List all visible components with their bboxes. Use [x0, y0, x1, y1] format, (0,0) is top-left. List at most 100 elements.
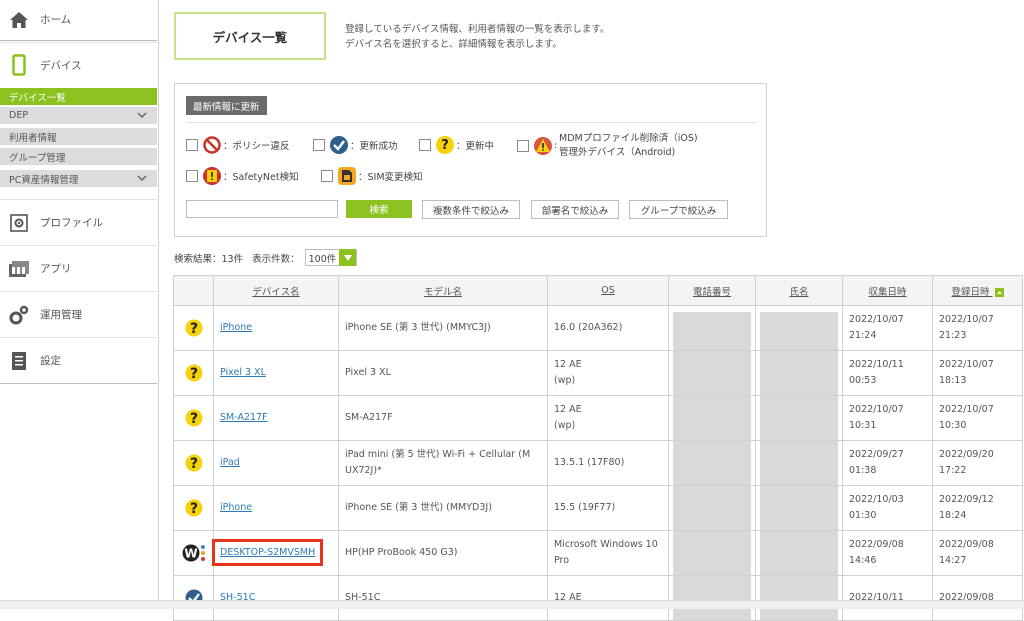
status-cell: ?: [173, 305, 214, 351]
checkbox[interactable]: [186, 139, 198, 151]
column-header-status: [173, 275, 214, 306]
sidebar-item-label: グループ管理: [9, 152, 66, 164]
registered-date-cell: 2022/09/08: [932, 575, 1023, 621]
filter-label-multiline: MDMプロファイル削除済（iOS) 管理外デバイス（Android): [559, 132, 698, 160]
redacted-block: [673, 531, 751, 575]
question-icon: ?: [185, 454, 203, 472]
checkbox[interactable]: [517, 140, 529, 152]
column-header-collected[interactable]: 収集日時: [842, 275, 933, 306]
nav-settings[interactable]: 設定: [0, 337, 157, 384]
os-cell: 16.0 (20A362): [547, 305, 669, 351]
status-cell: W: [173, 530, 214, 576]
collected-date-cell: 2022/10/11 00:53: [842, 350, 933, 396]
os-cell: 15.5 (19F77): [547, 485, 669, 531]
filter-safetynet[interactable]: ：SafetyNet検知: [186, 167, 299, 185]
table-row: ? iPhone iPhone SE (第 3 世代) (MMYD3J) 15.5 (…: [173, 485, 1023, 531]
redacted-block: [760, 396, 838, 440]
colon: :: [554, 141, 558, 151]
sidebar-item-group-mgmt[interactable]: グループ管理: [0, 148, 157, 165]
sidebar-item-device-list[interactable]: デバイス一覧: [0, 88, 157, 105]
per-page-select[interactable]: 100件: [304, 249, 358, 266]
filter-label: ：更新中: [456, 141, 495, 152]
filter-update-success[interactable]: ：更新成功: [313, 136, 398, 154]
collected-date-cell: 2022/09/27 01:38: [842, 440, 933, 486]
column-header-name[interactable]: 氏名: [755, 275, 843, 306]
sidebar-item-pc-assets[interactable]: PC資産情報管理: [0, 170, 157, 187]
department-filter-button[interactable]: 部署名で絞込み: [531, 200, 619, 219]
os-cell: 12 AE (wp): [547, 350, 669, 396]
nav-device-label: デバイス: [40, 59, 82, 72]
phone-cell: [668, 440, 756, 486]
sim-card-icon: [338, 167, 356, 185]
collected-date-cell: 2022/10/07 21:24: [842, 305, 933, 351]
svg-text:?: ?: [189, 411, 197, 427]
redacted-block: [673, 441, 751, 485]
redacted-block: [760, 486, 838, 530]
phone-cell: [668, 395, 756, 441]
device-name-link[interactable]: iPhone: [220, 322, 252, 333]
device-name-link[interactable]: iPad: [220, 457, 240, 468]
search-input[interactable]: [186, 200, 338, 218]
status-cell: ?: [173, 350, 214, 396]
nav-profile[interactable]: プロファイル: [0, 199, 157, 246]
nav-operations[interactable]: 運用管理: [0, 291, 157, 338]
profile-gear-icon: [8, 212, 30, 234]
redacted-block: [673, 351, 751, 395]
phone-cell: [668, 575, 756, 621]
column-header-os[interactable]: OS: [547, 275, 669, 306]
model-cell: SM-A217F: [338, 395, 548, 441]
checkbox[interactable]: [186, 170, 198, 182]
status-cell: [173, 575, 214, 621]
checkbox[interactable]: [419, 139, 431, 151]
column-header-device-name[interactable]: デバイス名: [213, 275, 339, 306]
nav-device[interactable]: デバイス: [0, 42, 157, 87]
filter-policy-violation[interactable]: ：ポリシー違反: [186, 136, 290, 154]
filter-sim-change[interactable]: ：SIM変更検知: [321, 167, 423, 185]
table-row: SH-51C SH-51C 12 AE 2022/10/11 2022/09/08: [173, 575, 1023, 621]
user-name-cell: [755, 395, 843, 441]
checkbox[interactable]: [313, 139, 325, 151]
registered-date-cell: 2022/09/20 17:22: [932, 440, 1023, 486]
refresh-button[interactable]: 最新情報に更新: [186, 96, 267, 115]
svg-text:?: ?: [189, 501, 197, 517]
device-name-link[interactable]: iPhone: [220, 502, 252, 513]
divider: [186, 122, 756, 123]
sidebar-item-user-info[interactable]: 利用者情報: [0, 128, 157, 145]
os-cell: 12 AE (wp): [547, 395, 669, 441]
os-cell: Microsoft Windows 10 Pro: [547, 530, 669, 576]
checkbox[interactable]: [321, 170, 333, 182]
device-name-link[interactable]: SM-A217F: [220, 412, 268, 423]
device-table: デバイス名 モデル名 OS 電話番号 氏名 収集日時 登録日時 ? iPhone i…: [173, 275, 1023, 621]
device-name-cell: Pixel 3 XL: [213, 350, 339, 396]
group-filter-button[interactable]: グループで絞込み: [629, 200, 728, 219]
device-name-link[interactable]: DESKTOP-S2MVSMH: [211, 539, 324, 566]
device-name-link[interactable]: Pixel 3 XL: [220, 367, 266, 378]
filter-updating[interactable]: ? ：更新中: [419, 136, 494, 154]
search-button[interactable]: 検索: [346, 200, 412, 218]
collected-date-cell: 2022/10/07 10:31: [842, 395, 933, 441]
status-cell: ?: [173, 395, 214, 441]
column-header-model[interactable]: モデル名: [338, 275, 548, 306]
column-header-label: 登録日時: [951, 286, 990, 298]
status-cell: ?: [173, 485, 214, 531]
redacted-block: [673, 576, 751, 620]
column-header-registered[interactable]: 登録日時: [932, 275, 1023, 306]
nav-app[interactable]: アプリ: [0, 245, 157, 292]
user-name-cell: [755, 350, 843, 396]
nav-profile-label: プロファイル: [40, 217, 103, 229]
warning-icon: [534, 137, 552, 155]
redacted-block: [760, 531, 838, 575]
safetynet-icon: [203, 167, 221, 185]
redacted-block: [673, 312, 751, 350]
os-cell: 12 AE: [547, 575, 669, 621]
model-cell: iPhone SE (第 3 世代) (MMYD3J): [338, 485, 548, 531]
multi-condition-filter-button[interactable]: 複数条件で絞込み: [422, 200, 520, 219]
question-icon: ?: [185, 409, 203, 427]
filter-mdm-removed[interactable]: : MDMプロファイル削除済（iOS) 管理外デバイス（Android): [517, 132, 698, 160]
table-row: ? Pixel 3 XL Pixel 3 XL 12 AE (wp) 2022/10/1…: [173, 350, 1023, 396]
phone-cell: [668, 305, 756, 351]
nav-home[interactable]: ホーム: [0, 0, 157, 41]
sidebar-item-dep[interactable]: DEP: [0, 107, 157, 124]
question-icon: ?: [436, 136, 454, 154]
column-header-phone[interactable]: 電話番号: [668, 275, 756, 306]
